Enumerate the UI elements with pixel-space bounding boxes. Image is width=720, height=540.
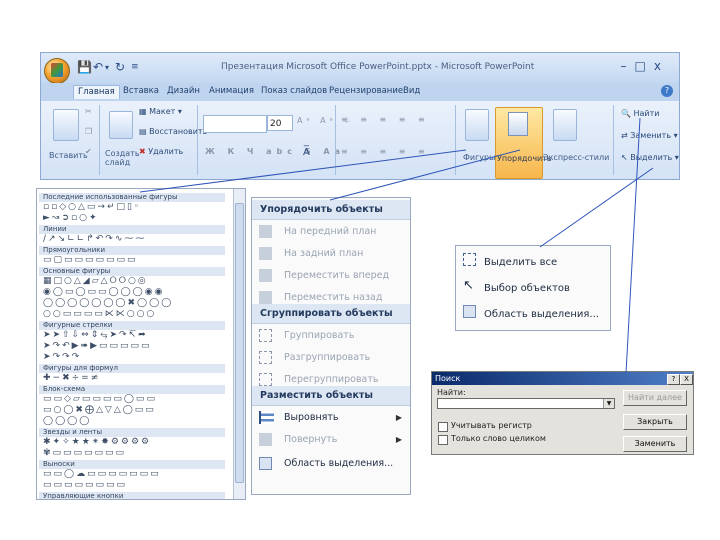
connector-find (625, 117, 641, 374)
callout-connectors (139, 117, 654, 374)
connector-select (539, 167, 654, 248)
connector-shapes (139, 149, 467, 193)
connector-arrange (329, 149, 521, 201)
